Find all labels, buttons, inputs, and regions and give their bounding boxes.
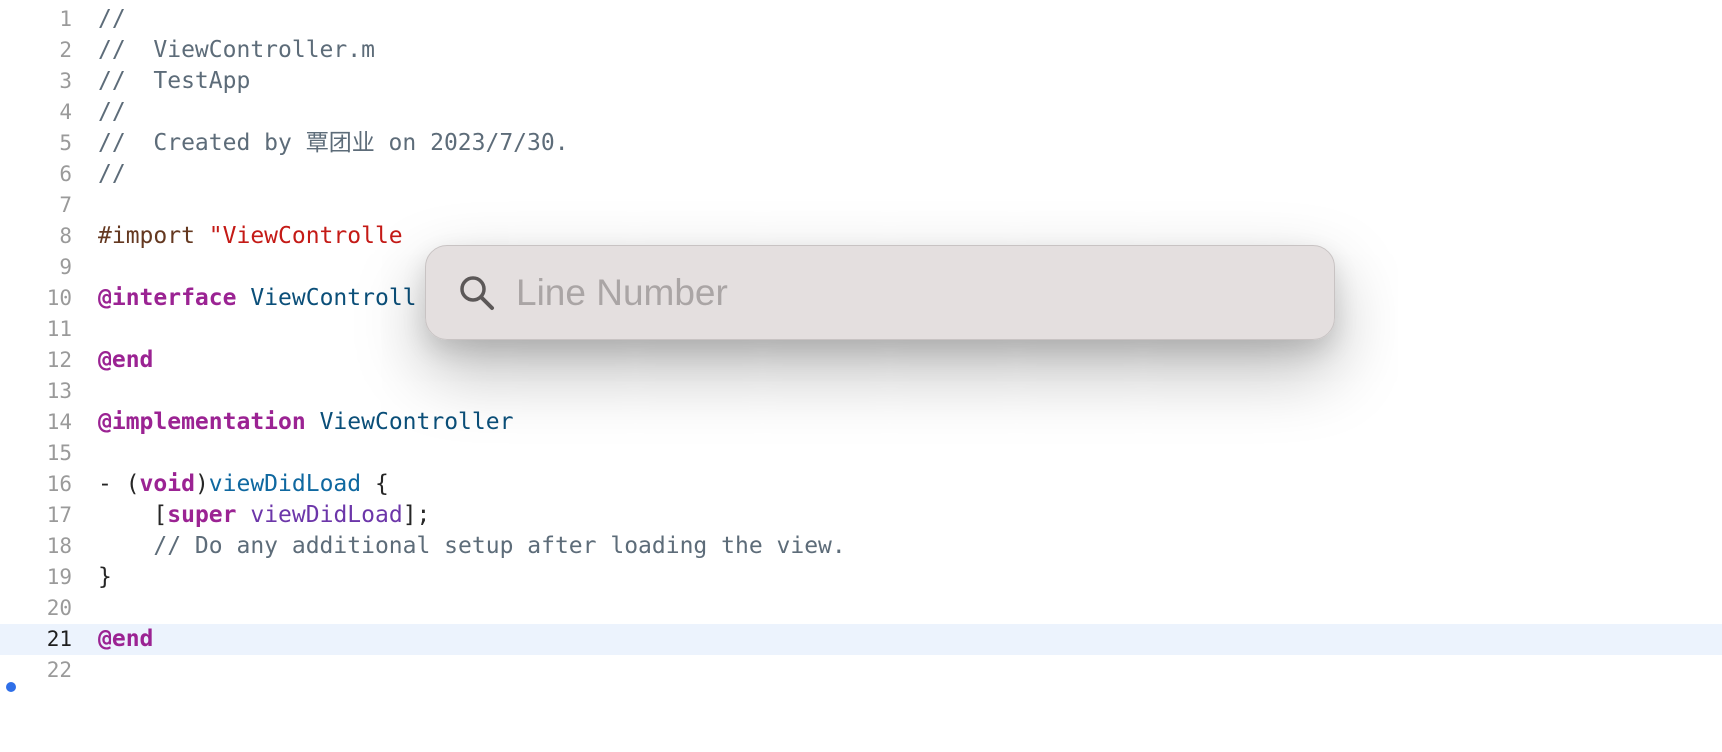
code-line[interactable]: 5 // Created by 覃团业 on 2023/7/30.: [0, 128, 1722, 159]
code-token: //: [98, 99, 126, 125]
line-number: 15: [46, 441, 72, 465]
search-icon: [458, 274, 498, 314]
code-text: //: [98, 97, 126, 128]
line-number: 4: [59, 100, 72, 124]
code-line[interactable]: 1 //: [0, 4, 1722, 35]
code-text: }: [98, 562, 112, 593]
code-token: #import: [98, 223, 209, 249]
line-number: 13: [46, 379, 72, 403]
code-line[interactable]: 16 - (void)viewDidLoad {: [0, 469, 1722, 500]
code-token: ];: [402, 502, 431, 528]
code-text: @interface ViewControll: [98, 283, 417, 314]
line-number: 6: [59, 162, 72, 186]
code-token: //: [98, 6, 126, 32]
code-line[interactable]: 14 @implementation ViewController: [0, 407, 1722, 438]
code-text: // Created by 覃团业 on 2023/7/30.: [98, 128, 569, 159]
code-token: "ViewControlle: [208, 223, 403, 249]
code-line[interactable]: 2 // ViewController.m: [0, 35, 1722, 66]
code-token: @end: [98, 347, 154, 373]
line-number: 5: [59, 131, 72, 155]
code-text: //: [98, 159, 126, 190]
line-number: 16: [46, 472, 72, 496]
code-text: // ViewController.m: [98, 35, 375, 66]
code-line[interactable]: 3 // TestApp: [0, 66, 1722, 97]
code-line[interactable]: 12 @end: [0, 345, 1722, 376]
code-line[interactable]: 17 [super viewDidLoad];: [0, 500, 1722, 531]
line-number: 2: [59, 38, 72, 62]
line-number: 9: [59, 255, 72, 279]
code-token: //: [98, 161, 126, 187]
line-number: 11: [46, 317, 72, 341]
line-number-input[interactable]: [514, 264, 1298, 322]
code-line[interactable]: 6 //: [0, 159, 1722, 190]
code-text: @implementation ViewController: [98, 407, 513, 438]
code-token: ViewController: [319, 409, 514, 435]
go-to-line-popup: [425, 245, 1335, 340]
code-text: //: [98, 4, 126, 35]
code-token: // Do any additional setup after loading…: [98, 533, 846, 559]
code-token: // ViewController.m: [98, 37, 375, 63]
code-text: [super viewDidLoad];: [98, 500, 430, 531]
code-text: @end: [98, 345, 153, 376]
line-number: 18: [46, 534, 72, 558]
code-text: @end: [98, 624, 153, 655]
code-line[interactable]: 21 @end: [0, 624, 1722, 655]
code-token: // TestApp: [98, 68, 251, 94]
code-token: ): [194, 471, 209, 497]
line-number: 8: [59, 224, 72, 248]
code-line[interactable]: 20: [0, 593, 1722, 624]
line-number: 17: [46, 503, 72, 527]
code-token: viewDidLoad: [250, 502, 403, 528]
code-token: @implementation: [98, 409, 306, 435]
line-number: 1: [59, 7, 72, 31]
line-number: 19: [46, 565, 72, 589]
line-number: 10: [46, 286, 72, 310]
code-text: #import "ViewControlle: [98, 221, 403, 252]
code-token: @interface: [98, 285, 237, 311]
code-token: {: [361, 471, 389, 497]
line-number: 21: [46, 627, 72, 651]
code-token: viewDidLoad: [208, 471, 362, 497]
line-number: 12: [46, 348, 72, 372]
code-token: // Created by 覃团业 on 2023/7/30.: [98, 130, 569, 156]
code-token: [: [98, 502, 168, 528]
code-line[interactable]: 7: [0, 190, 1722, 221]
line-number: 7: [59, 193, 72, 217]
code-token: void: [139, 471, 195, 497]
code-token: super: [167, 502, 237, 528]
code-token: - (: [98, 471, 140, 497]
code-editor[interactable]: 1 // 2 // ViewController.m 3 // TestApp 4 // 5 //…: [0, 0, 1722, 752]
code-text: // Do any additional setup after loading…: [98, 531, 846, 562]
line-number: 3: [59, 69, 72, 93]
code-text: - (void)viewDidLoad {: [98, 469, 389, 500]
code-line[interactable]: 13: [0, 376, 1722, 407]
code-line[interactable]: 4 //: [0, 97, 1722, 128]
code-token: }: [98, 564, 112, 590]
line-number: 22: [46, 658, 72, 682]
line-number: 20: [46, 596, 72, 620]
code-token: ViewControll: [250, 285, 417, 311]
code-text: // TestApp: [98, 66, 250, 97]
code-line[interactable]: 19}: [0, 562, 1722, 593]
line-number: 14: [46, 410, 72, 434]
code-line[interactable]: 15: [0, 438, 1722, 469]
code-line[interactable]: 18 // Do any additional setup after load…: [0, 531, 1722, 562]
code-line[interactable]: 22: [0, 655, 1722, 686]
code-token: @end: [98, 626, 154, 652]
